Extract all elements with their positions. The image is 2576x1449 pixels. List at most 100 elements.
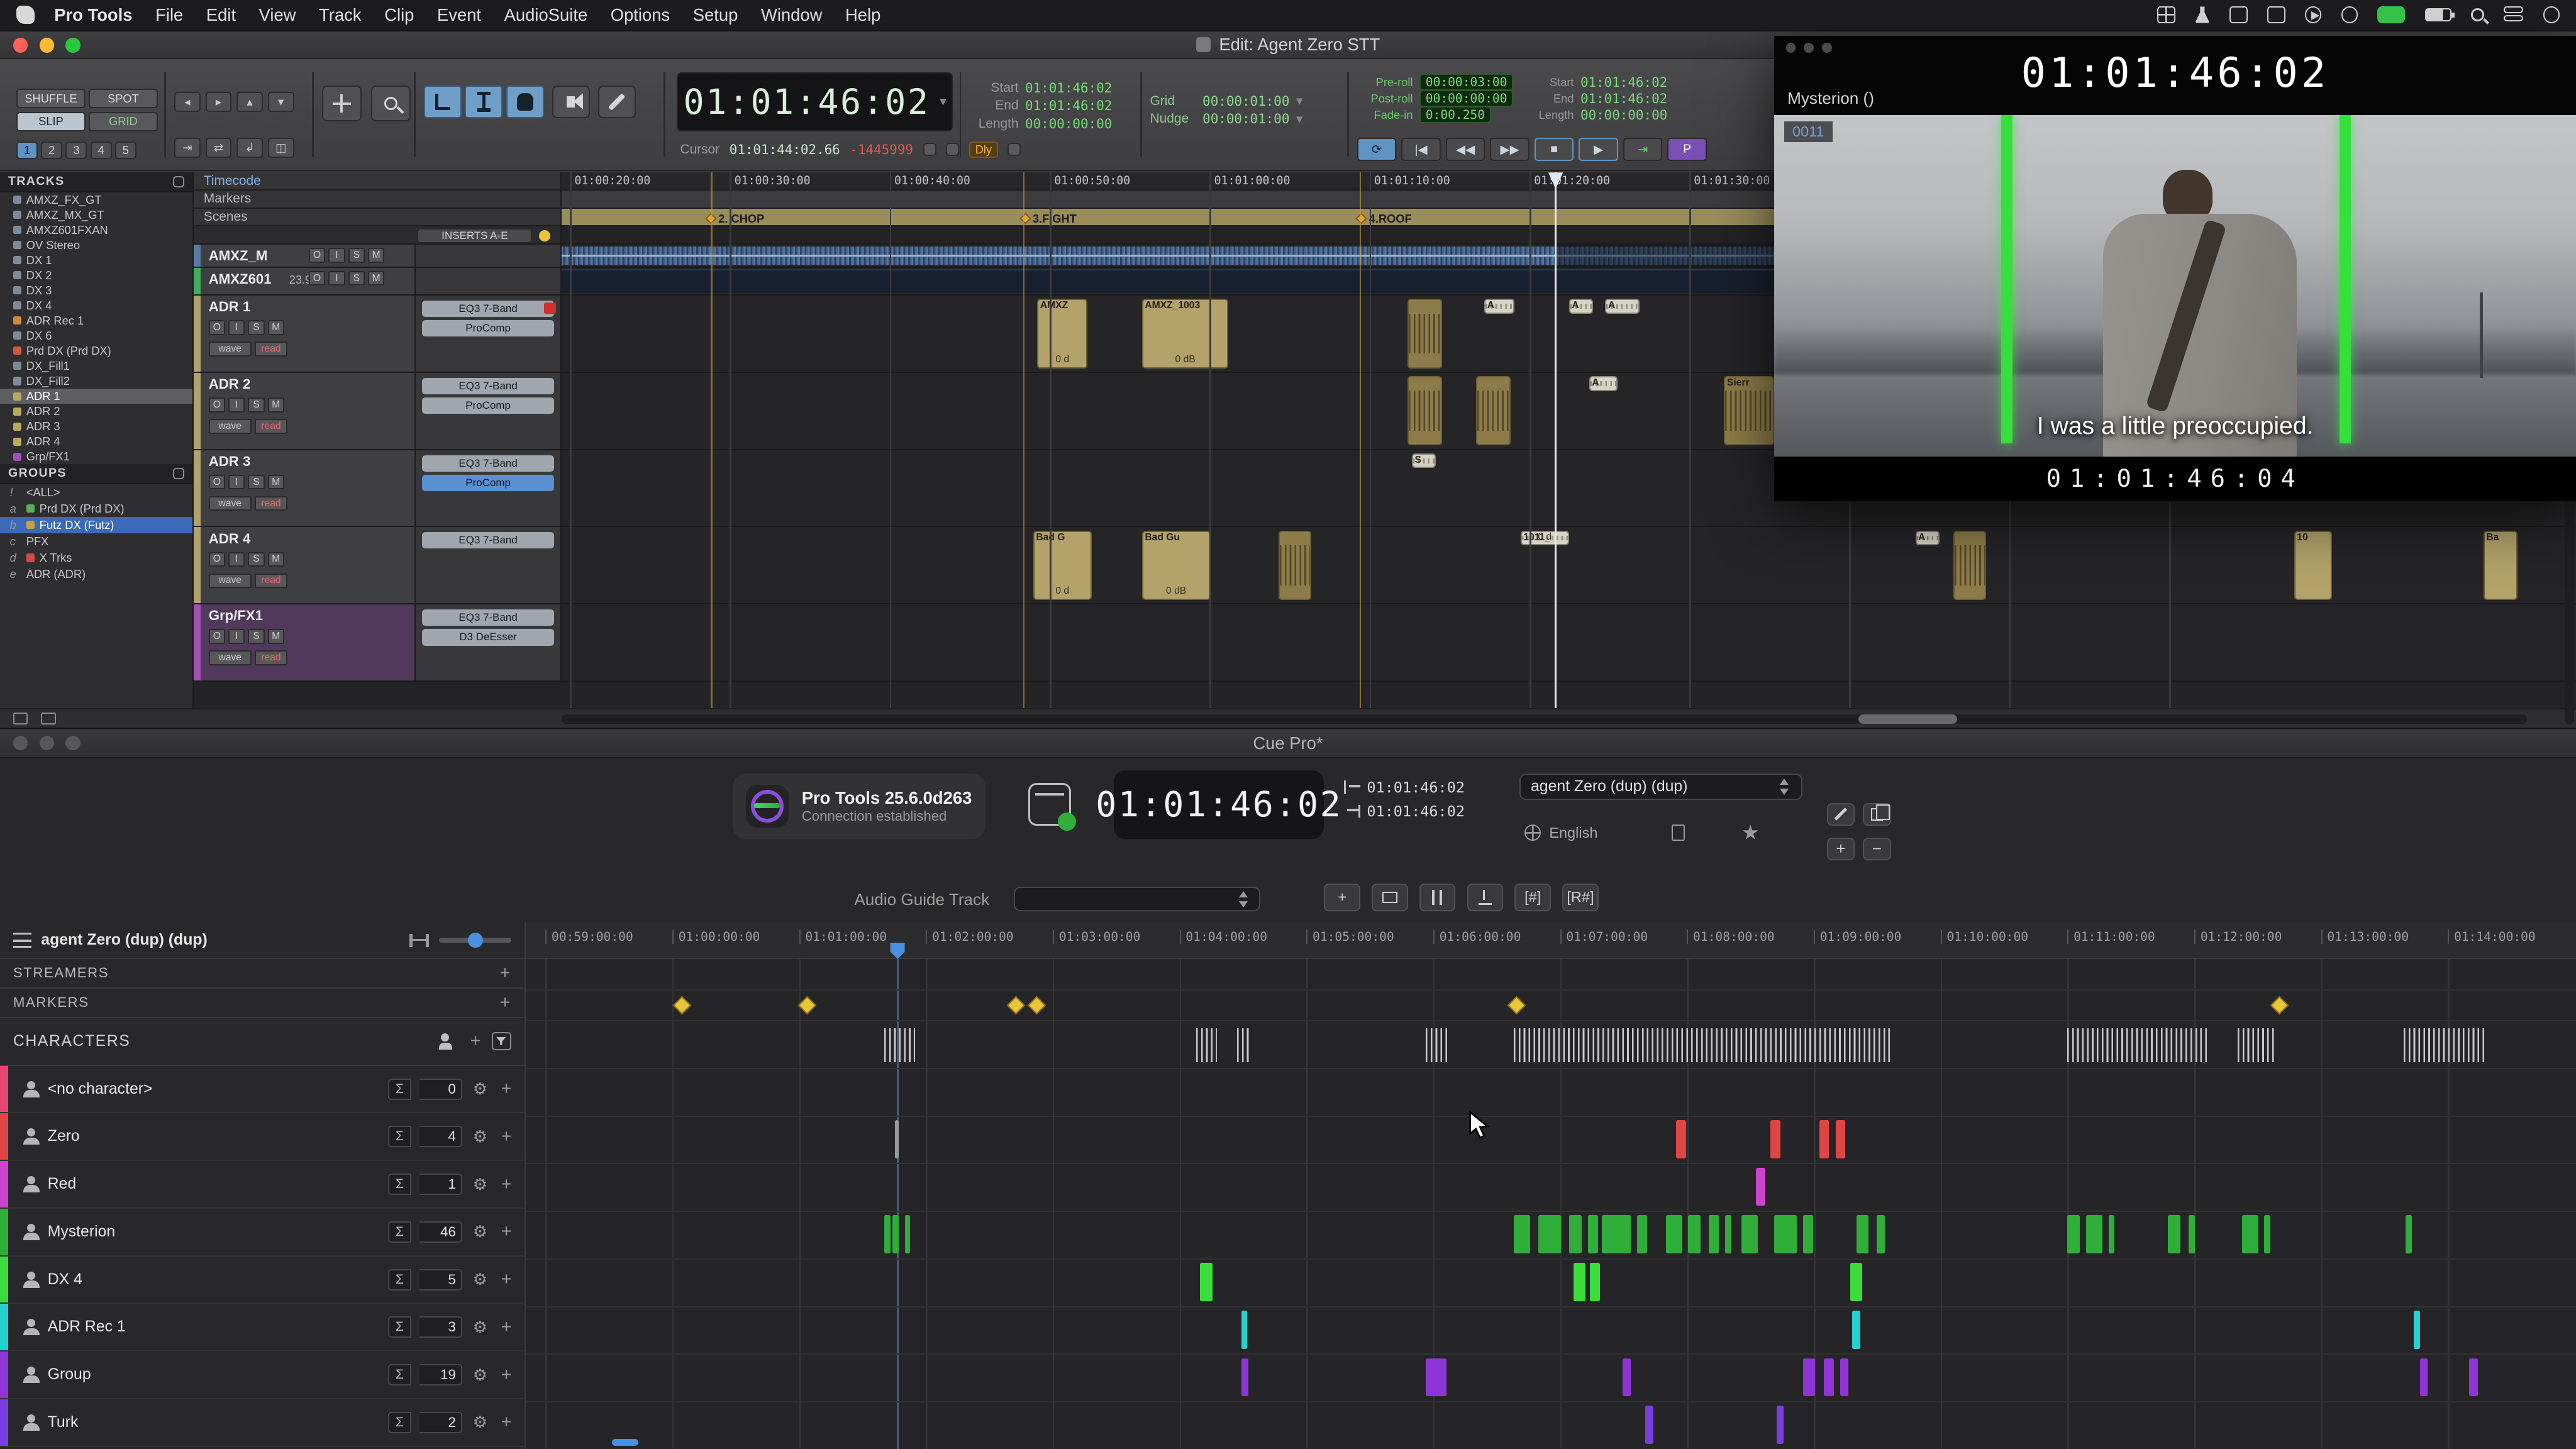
cue-clip[interactable] xyxy=(884,1215,891,1253)
link-selection-button[interactable]: ⇄ xyxy=(206,138,232,157)
character-settings-button[interactable]: ⚙ xyxy=(470,1222,490,1241)
sidebar-group-item[interactable]: cPFX xyxy=(0,533,192,550)
character-lane[interactable] xyxy=(526,1402,2576,1449)
cue-clip[interactable] xyxy=(1666,1215,1682,1253)
scene-marker[interactable]: 2. CHOP xyxy=(707,212,764,226)
track-name[interactable]: AMXZ_M xyxy=(209,248,268,264)
character-row[interactable]: DX 4Σ5⚙+ xyxy=(0,1257,525,1304)
cue-clip[interactable] xyxy=(1803,1358,1816,1397)
delay-compensation-chip[interactable]: Dly xyxy=(969,142,998,158)
cue-clip[interactable] xyxy=(1725,1215,1731,1253)
document-icon[interactable] xyxy=(1672,824,1685,841)
apple-menu-icon[interactable] xyxy=(16,6,35,24)
menubar-item-help[interactable]: Help xyxy=(845,5,880,25)
audio-clip[interactable] xyxy=(1407,299,1441,368)
streamers-row[interactable]: STREAMERS + xyxy=(0,959,525,989)
duplicate-session-button[interactable] xyxy=(1863,803,1890,826)
character-add-button[interactable]: + xyxy=(498,1126,514,1147)
project-row[interactable]: agent Zero (dup) (dup) xyxy=(0,923,525,958)
cue-clip[interactable] xyxy=(1241,1311,1248,1349)
cue-close-button[interactable] xyxy=(13,736,28,751)
cue-clip[interactable] xyxy=(1852,1311,1860,1349)
screen-recording-indicator[interactable] xyxy=(2377,6,2405,23)
cue-clip[interactable] xyxy=(1538,1215,1561,1253)
eject-icon[interactable] xyxy=(2341,6,2358,23)
control-center-icon[interactable] xyxy=(2504,6,2523,23)
trim-mode-button[interactable] xyxy=(322,86,362,121)
trim-tool-button[interactable] xyxy=(424,86,462,118)
character-settings-button[interactable]: ⚙ xyxy=(470,1270,490,1289)
sidebar-group-item[interactable]: bFutz DX (Futz) xyxy=(0,517,192,533)
track-o-button[interactable]: O xyxy=(209,552,225,567)
zoom-preset-1-button[interactable]: 1 xyxy=(16,142,38,160)
audio-clip[interactable] xyxy=(1476,376,1510,445)
horizontal-scroll-thumb[interactable] xyxy=(1858,714,1957,724)
cue-timeline[interactable]: 00:59:00:0001:00:00:0001:01:00:0001:02:0… xyxy=(526,923,2576,1449)
horizontal-zoom-in-button[interactable]: ▸ xyxy=(206,92,232,111)
flask-icon[interactable] xyxy=(2195,6,2210,23)
insertion-follows-button[interactable]: ↲ xyxy=(236,138,263,157)
display-icon[interactable] xyxy=(2267,6,2285,23)
sidebar-track-item[interactable]: ADR Rec 1 xyxy=(0,313,192,328)
track-row[interactable]: Grp/FX1OISMwavereadEQ3 7-BandD3 DeEsser xyxy=(194,604,2576,682)
track-controls[interactable]: ADR 2OISMwaveread xyxy=(194,373,416,449)
cue-clip[interactable] xyxy=(1836,1120,1845,1158)
track-controls[interactable]: ADR 4OISMwaveread xyxy=(194,527,416,603)
sidebar-group-item[interactable]: eADR (ADR) xyxy=(0,566,192,582)
insert-procomp[interactable]: ProComp xyxy=(422,320,554,336)
cue-clip[interactable] xyxy=(1803,1215,1813,1253)
track-m-button[interactable]: M xyxy=(368,271,384,286)
character-add-button[interactable]: + xyxy=(498,1174,514,1195)
cue-ruler[interactable]: 00:59:00:0001:00:00:0001:01:00:0001:02:0… xyxy=(526,923,2576,958)
track-o-button[interactable]: O xyxy=(209,475,225,490)
track-i-button[interactable]: I xyxy=(328,248,345,263)
cue-marker-diamond[interactable] xyxy=(1007,996,1026,1014)
playlist-view-chip[interactable]: wave xyxy=(209,574,252,589)
track-s-button[interactable]: S xyxy=(248,629,264,644)
track-o-button[interactable]: O xyxy=(209,629,225,644)
track-name[interactable]: Grp/FX1 xyxy=(209,608,263,624)
insert-eq3-7-band[interactable]: EQ3 7-Band xyxy=(422,532,554,548)
character-settings-button[interactable]: ⚙ xyxy=(470,1318,490,1337)
sidebar-track-item[interactable]: OV Stereo xyxy=(0,238,192,253)
cue-marker-diamond[interactable] xyxy=(2270,996,2289,1014)
track-i-button[interactable]: I xyxy=(228,629,245,644)
grid-caret-icon[interactable]: ▾ xyxy=(1296,93,1302,109)
cue-minimize-button[interactable] xyxy=(40,736,55,751)
add-character-button[interactable]: + xyxy=(470,1031,482,1052)
track-controls[interactable]: ADR 3OISMwaveread xyxy=(194,450,416,526)
audio-clip[interactable]: AMXZ_10030 dB xyxy=(1142,299,1229,368)
zoom-preset-4-button[interactable]: 4 xyxy=(91,142,112,160)
sidebar-track-item[interactable]: DX 6 xyxy=(0,328,192,343)
insert-procomp[interactable]: ProComp xyxy=(422,397,554,414)
vertical-zoom-button[interactable]: ▴ xyxy=(236,92,263,111)
menubar-item-options[interactable]: Options xyxy=(611,5,670,25)
cue-clip[interactable] xyxy=(1623,1358,1631,1397)
track-o-button[interactable]: O xyxy=(309,271,325,286)
character-row[interactable]: TurkΣ2⚙+ xyxy=(0,1399,525,1447)
cue-clip[interactable] xyxy=(1840,1358,1848,1397)
sidebar-group-item[interactable]: !<ALL> xyxy=(0,484,192,501)
menubar-item-setup[interactable]: Setup xyxy=(693,5,738,25)
sidebar-track-item[interactable]: Prd DX (Prd DX) xyxy=(0,343,192,358)
audio-clip[interactable]: A xyxy=(1916,531,1940,546)
session-select[interactable]: agent Zero (dup) (dup) xyxy=(1519,774,1802,800)
track-m-button[interactable]: M xyxy=(268,629,284,644)
sidebar-track-item[interactable]: ADR 1 xyxy=(0,389,192,404)
cue-clip[interactable] xyxy=(2242,1215,2258,1253)
add-session-button[interactable]: + xyxy=(1827,838,1855,861)
track-m-button[interactable]: M xyxy=(368,248,384,263)
track-controls[interactable]: ADR 1OISMwaveread xyxy=(194,296,416,372)
playlist-view-chip[interactable]: wave xyxy=(209,496,252,511)
sidebar-track-item[interactable]: ADR 4 xyxy=(0,434,192,449)
cue-clip[interactable] xyxy=(1850,1263,1863,1301)
character-lane[interactable] xyxy=(526,1355,2576,1402)
playlist-view-chip[interactable]: wave xyxy=(209,650,252,665)
keyboard-icon[interactable] xyxy=(2229,6,2248,23)
nudge-setting[interactable]: Nudge 00:00:01:00 ▾ xyxy=(1150,110,1303,128)
renumber-button[interactable]: [#] xyxy=(1514,884,1550,911)
play-button[interactable]: ▶ xyxy=(1579,138,1618,161)
audio-clip[interactable]: A xyxy=(1484,299,1514,314)
audio-clip[interactable] xyxy=(1279,531,1311,600)
cue-clip[interactable] xyxy=(1637,1215,1647,1253)
